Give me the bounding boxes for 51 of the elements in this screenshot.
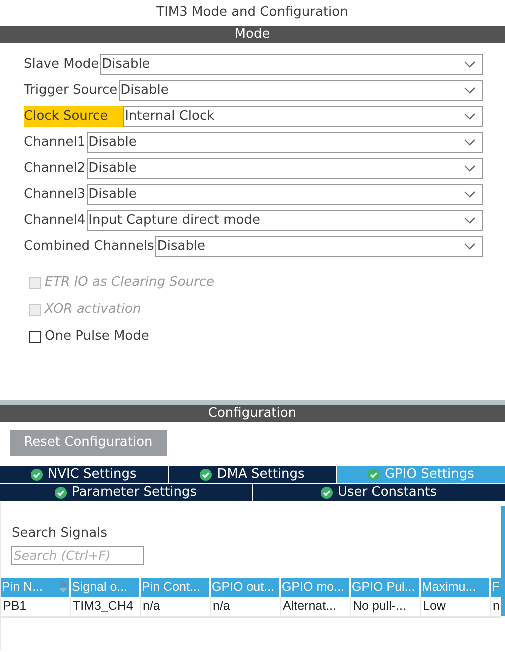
chevron-icon [464, 217, 476, 224]
checkbox-label: ETR IO as Clearing Source [45, 274, 215, 292]
scrollbar[interactable] [501, 506, 505, 616]
check-icon [200, 468, 212, 480]
sort-icon [59, 581, 68, 594]
checkbox-label: XOR activation [45, 300, 142, 319]
tab[interactable]: Parameter Settings [0, 484, 252, 501]
table-cell: TIM3_CH4 [71, 596, 141, 618]
check-icon [368, 468, 380, 480]
checkbox[interactable] [29, 330, 41, 342]
dropdown[interactable]: Disable [100, 54, 483, 75]
check-icon [30, 468, 43, 480]
field-label: Clock Source [24, 106, 124, 127]
dropdown[interactable]: Disable [86, 158, 483, 179]
field-label: Trigger Source [24, 82, 119, 100]
tab[interactable]: DMA Settings [168, 466, 336, 483]
field-label: Channel2 [24, 160, 87, 178]
chevron-icon [464, 87, 476, 94]
chevron-icon [464, 139, 476, 146]
checkbox-label: One Pulse Mode [45, 328, 150, 346]
dropdown[interactable]: Disable [86, 132, 483, 153]
check-icon [321, 486, 333, 498]
table-cell: n/a [211, 596, 281, 618]
table-cell: No pull-... [351, 596, 421, 618]
field-label: Channel1 [24, 134, 87, 152]
section-header: Mode [0, 26, 505, 43]
chevron-icon [464, 191, 476, 198]
check-icon [54, 486, 67, 498]
window-title: TIM3 Mode and Configuration [156, 4, 350, 22]
dropdown[interactable]: Disable [155, 236, 483, 257]
table-cell: n/a [141, 596, 211, 618]
table-cell: Low [421, 596, 491, 618]
table-cell: PB1 [1, 596, 71, 618]
section-header: Configuration [0, 405, 505, 422]
dropdown[interactable]: Internal Clock [123, 106, 483, 127]
search-label: Search Signals [12, 525, 109, 543]
tab[interactable]: NVIC Settings [0, 466, 168, 483]
field-label: Slave Mode [24, 56, 100, 74]
chevron-icon [464, 113, 476, 120]
search-field[interactable]: Search (Ctrl+F) [11, 546, 144, 565]
dropdown[interactable]: Input Capture direct mode [86, 210, 483, 231]
chevron-icon [464, 61, 476, 68]
field-label: Channel3 [24, 186, 87, 204]
chevron-icon [464, 165, 476, 172]
table-cell: Alternat... [281, 596, 351, 618]
chevron-icon [464, 243, 476, 250]
tab[interactable]: User Constants [253, 484, 505, 501]
dropdown[interactable]: Disable [86, 184, 483, 205]
field-label: Combined Channels [24, 238, 156, 256]
dropdown[interactable]: Disable [118, 80, 483, 101]
field-label: Channel4 [24, 212, 87, 230]
